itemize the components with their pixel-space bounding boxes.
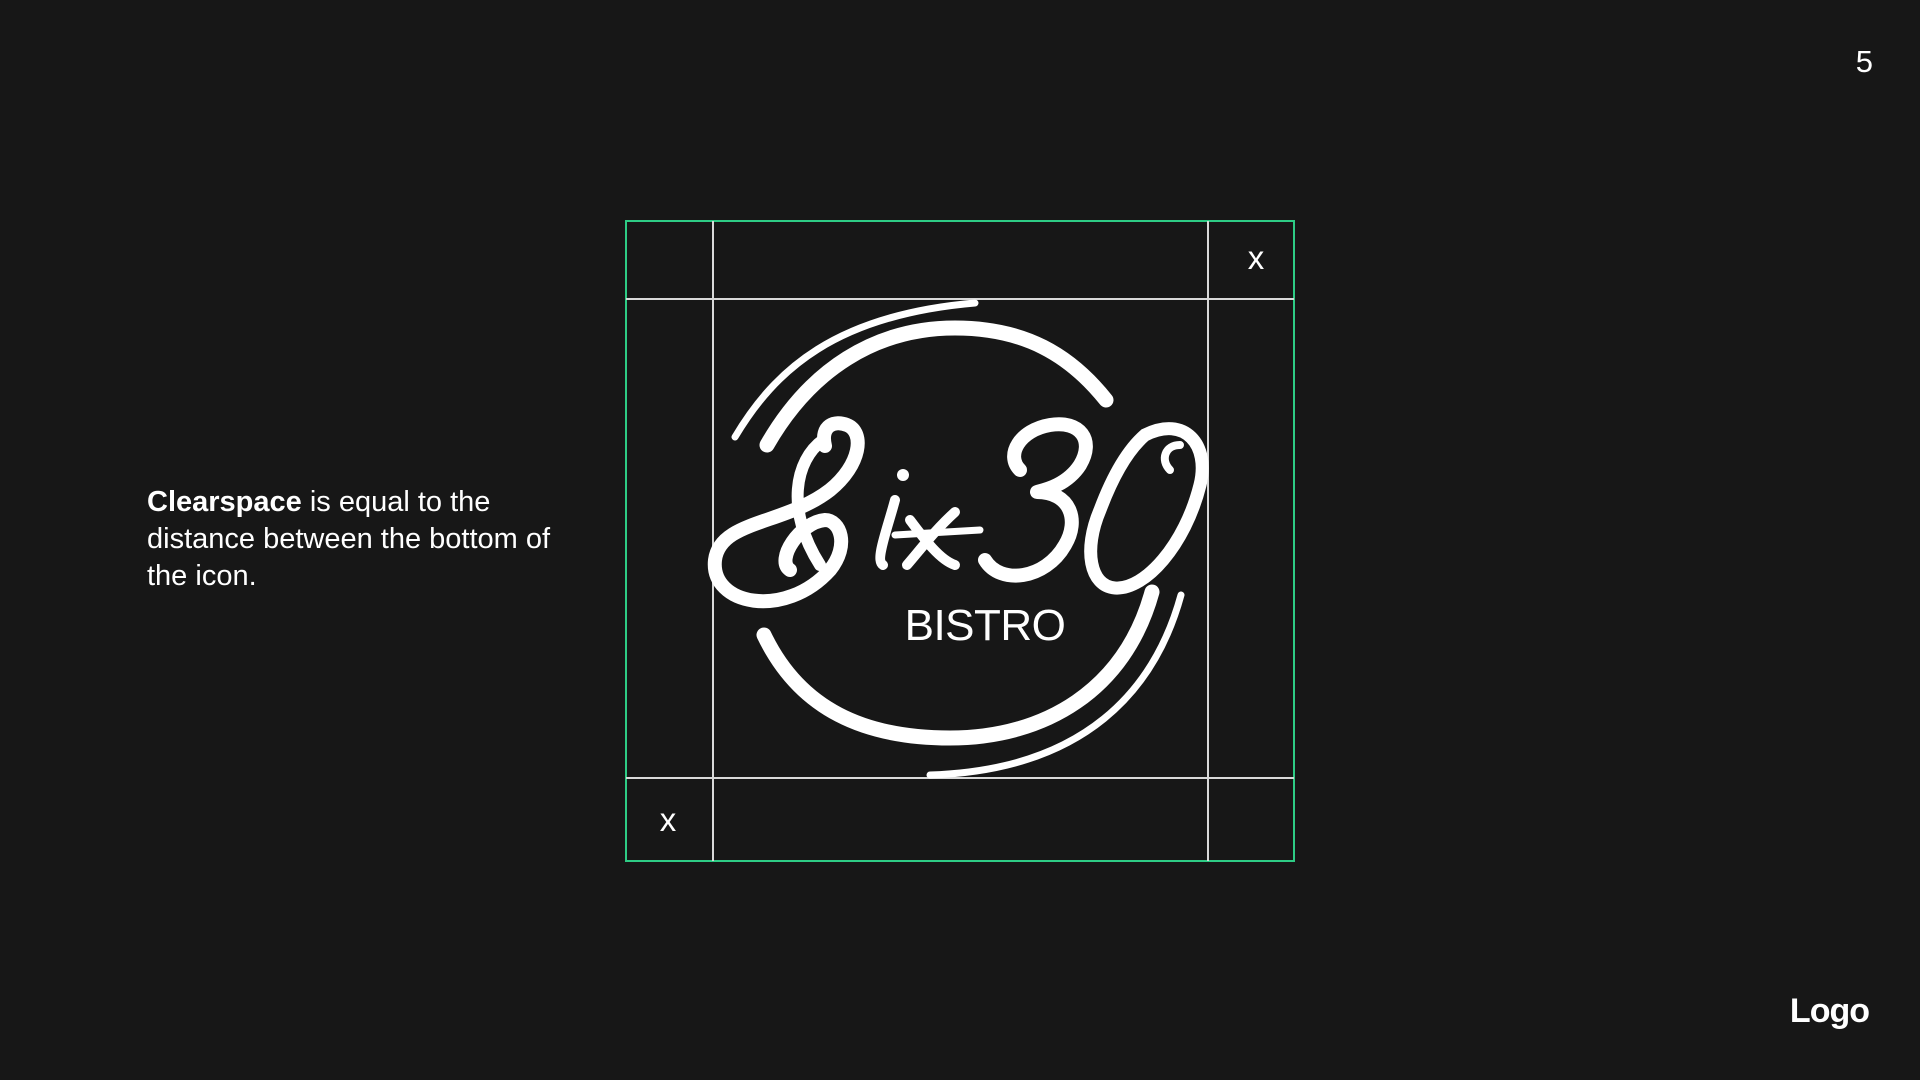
logo-subtitle: BISTRO bbox=[904, 601, 1066, 650]
logo-digit-0-curl bbox=[1160, 441, 1184, 474]
logo-digit-3 bbox=[978, 417, 1093, 583]
clearspace-guides bbox=[625, 220, 1295, 862]
slide: 5 Clearspace is equal to the distance be… bbox=[0, 0, 1920, 1080]
logo-letter-x-stroke bbox=[891, 526, 984, 539]
logo-digit-0 bbox=[1084, 422, 1209, 595]
logo-letter-s bbox=[707, 416, 865, 609]
page-number: 5 bbox=[1855, 44, 1873, 79]
clearspace-diagram: x x BISTRO bbox=[625, 220, 1295, 862]
clearspace-description: Clearspace is equal to the distance betw… bbox=[147, 484, 567, 595]
logo-letter-i-dot bbox=[897, 469, 909, 481]
description-bold: Clearspace bbox=[147, 486, 302, 518]
clearspace-label-top: x bbox=[1247, 239, 1265, 276]
clearspace-label-bottom: x bbox=[659, 801, 677, 838]
logo-wordmark bbox=[707, 416, 1209, 609]
section-label: Logo bbox=[1789, 992, 1870, 1030]
